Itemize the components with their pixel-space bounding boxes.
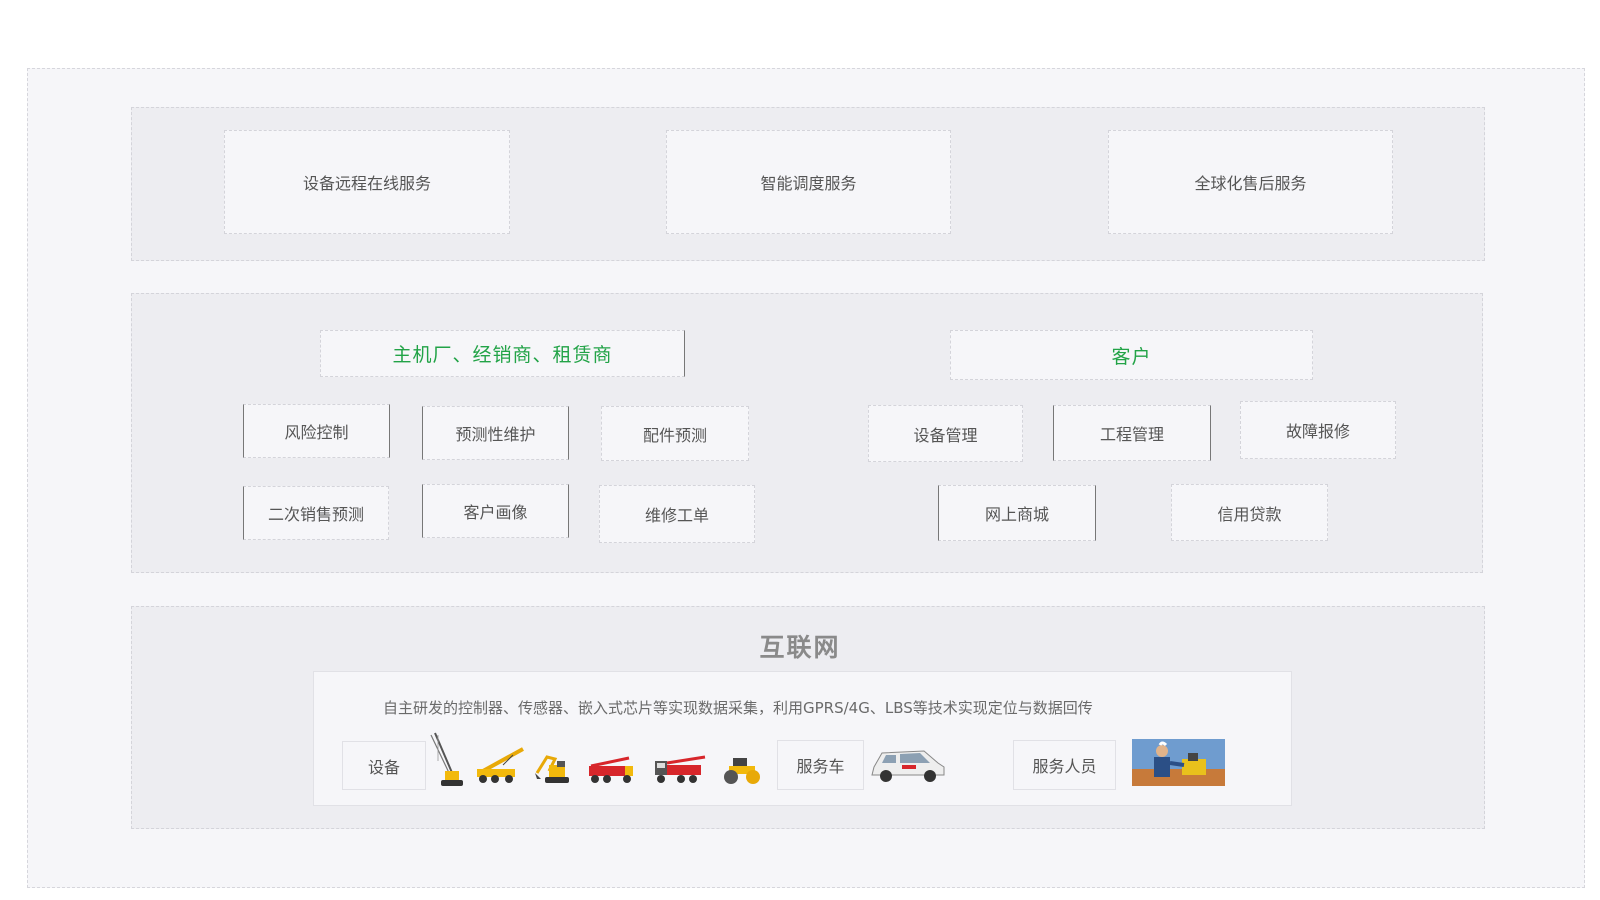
service-box-remote-online: 设备远程在线服务 xyxy=(224,130,510,234)
truck-crane-icon xyxy=(473,745,531,785)
road-roller-icon xyxy=(721,754,763,785)
service-vehicle-label: 服务车 xyxy=(777,740,864,790)
service-box-global-after-sales: 全球化售后服务 xyxy=(1108,130,1393,234)
service-box-smart-dispatch: 智能调度服务 xyxy=(666,130,951,234)
project-management-box: 工程管理 xyxy=(1053,405,1211,461)
crawler-crane-icon xyxy=(429,731,465,789)
service-suv-icon xyxy=(868,743,948,785)
online-mall-box: 网上商城 xyxy=(938,485,1096,541)
repair-work-order-box: 维修工单 xyxy=(599,485,755,543)
equipment-management-box: 设备管理 xyxy=(868,405,1023,462)
customer-profile-box: 客户画像 xyxy=(422,484,569,538)
credit-loan-box: 信用贷款 xyxy=(1171,484,1328,541)
oem-dealer-lessor-header: 主机厂、经销商、租赁商 xyxy=(320,330,685,377)
fault-report-box: 故障报修 xyxy=(1240,401,1396,459)
data-acquisition-description: 自主研发的控制器、传感器、嵌入式芯片等实现数据采集，利用GPRS/4G、LBS等… xyxy=(383,699,1093,717)
customer-header: 客户 xyxy=(950,330,1313,380)
excavator-icon xyxy=(533,753,573,785)
service-technician-icon xyxy=(1132,739,1225,786)
risk-control-box: 风险控制 xyxy=(243,404,390,458)
internet-title: 互联网 xyxy=(759,633,841,662)
parts-forecast-box: 配件预测 xyxy=(601,406,749,461)
predictive-maintenance-box: 预测性维护 xyxy=(422,406,569,460)
concrete-pump-truck-icon xyxy=(651,751,709,785)
equipment-label: 设备 xyxy=(342,741,426,790)
resale-forecast-box: 二次销售预测 xyxy=(243,486,389,540)
pump-truck-icon xyxy=(585,752,637,785)
service-staff-label: 服务人员 xyxy=(1013,740,1116,790)
